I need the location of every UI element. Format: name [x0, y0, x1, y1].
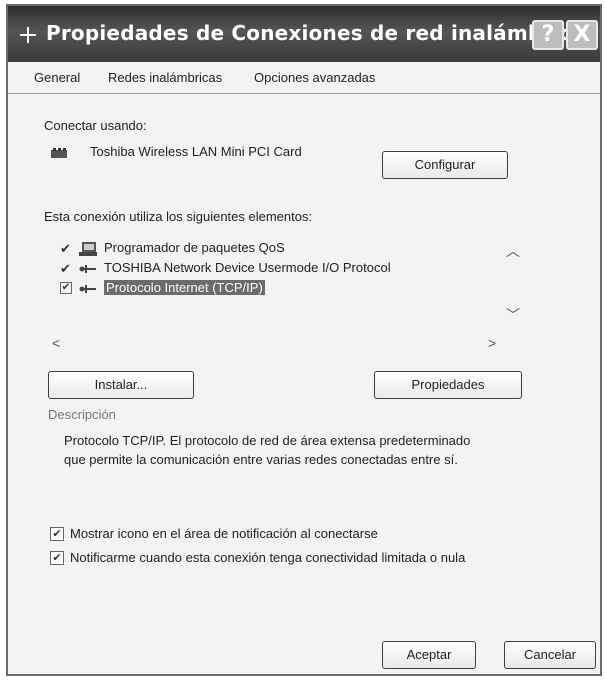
cancel-button[interactable]: Cancelar [504, 641, 596, 669]
description-text: Protocolo TCP/IP. El protocolo de red de… [64, 433, 471, 467]
tab-wireless-networks[interactable]: Redes inalámbricas [108, 70, 222, 85]
properties-dialog: Propiedades de Conexiones de red inalámb… [6, 4, 602, 676]
connect-using-label: Conectar usando: [44, 118, 147, 133]
notify-limited-label: Notificarme cuando esta conexión tenga c… [70, 550, 466, 565]
install-button[interactable]: Instalar... [48, 371, 194, 399]
protocol-icon [79, 265, 96, 273]
checkbox-toshiba-protocol[interactable]: ✔ [60, 262, 73, 275]
list-item-label: TOSHIBA Network Device Usermode I/O Prot… [104, 260, 391, 275]
close-button[interactable]: X [566, 20, 598, 50]
general-panel: Conectar usando: Toshiba Wireless LAN Mi… [8, 95, 600, 674]
qos-scheduler-icon [79, 242, 97, 256]
scroll-left-icon[interactable]: < [52, 335, 60, 351]
properties-button[interactable]: Propiedades [374, 371, 522, 399]
checkbox-qos[interactable]: ✔ [60, 242, 73, 255]
network-connection-icon [20, 27, 36, 43]
window-title: Propiedades de Conexiones de red inalámb… [46, 21, 598, 45]
scroll-down-icon[interactable]: ﹀ [506, 305, 520, 325]
elements-list[interactable]: ✔ Programador de paquetes QoS ✔ TOSHIBA … [48, 235, 522, 363]
checkbox-tcpip[interactable]: ✔ [60, 282, 72, 294]
scroll-right-icon[interactable]: > [488, 335, 496, 351]
elements-label: Esta conexión utiliza los siguientes ele… [44, 209, 313, 224]
scroll-up-icon[interactable]: ︿ [506, 241, 520, 261]
help-button[interactable]: ? [532, 20, 564, 50]
title-bar[interactable]: Propiedades de Conexiones de red inalámb… [8, 6, 600, 62]
tab-general[interactable]: General [34, 70, 80, 85]
notify-limited-checkbox[interactable]: ✔ [50, 551, 64, 565]
show-icon-label: Mostrar icono en el área de notificación… [70, 526, 378, 541]
ok-button[interactable]: Aceptar [382, 641, 476, 669]
tab-advanced-options[interactable]: Opciones avanzadas [254, 70, 375, 85]
adapter-name: Toshiba Wireless LAN Mini PCI Card [90, 144, 302, 159]
configure-button[interactable]: Configurar [382, 151, 508, 179]
show-icon-checkbox[interactable]: ✔ [50, 527, 64, 541]
tab-bar: General Redes inalámbricas Opciones avan… [8, 62, 600, 94]
description-label: Descripción [48, 407, 116, 422]
network-adapter-icon [51, 148, 67, 158]
list-item-label: Programador de paquetes QoS [104, 240, 285, 255]
list-item-label: Protocolo Internet (TCP/IP) [104, 280, 265, 295]
protocol-icon [79, 285, 96, 293]
